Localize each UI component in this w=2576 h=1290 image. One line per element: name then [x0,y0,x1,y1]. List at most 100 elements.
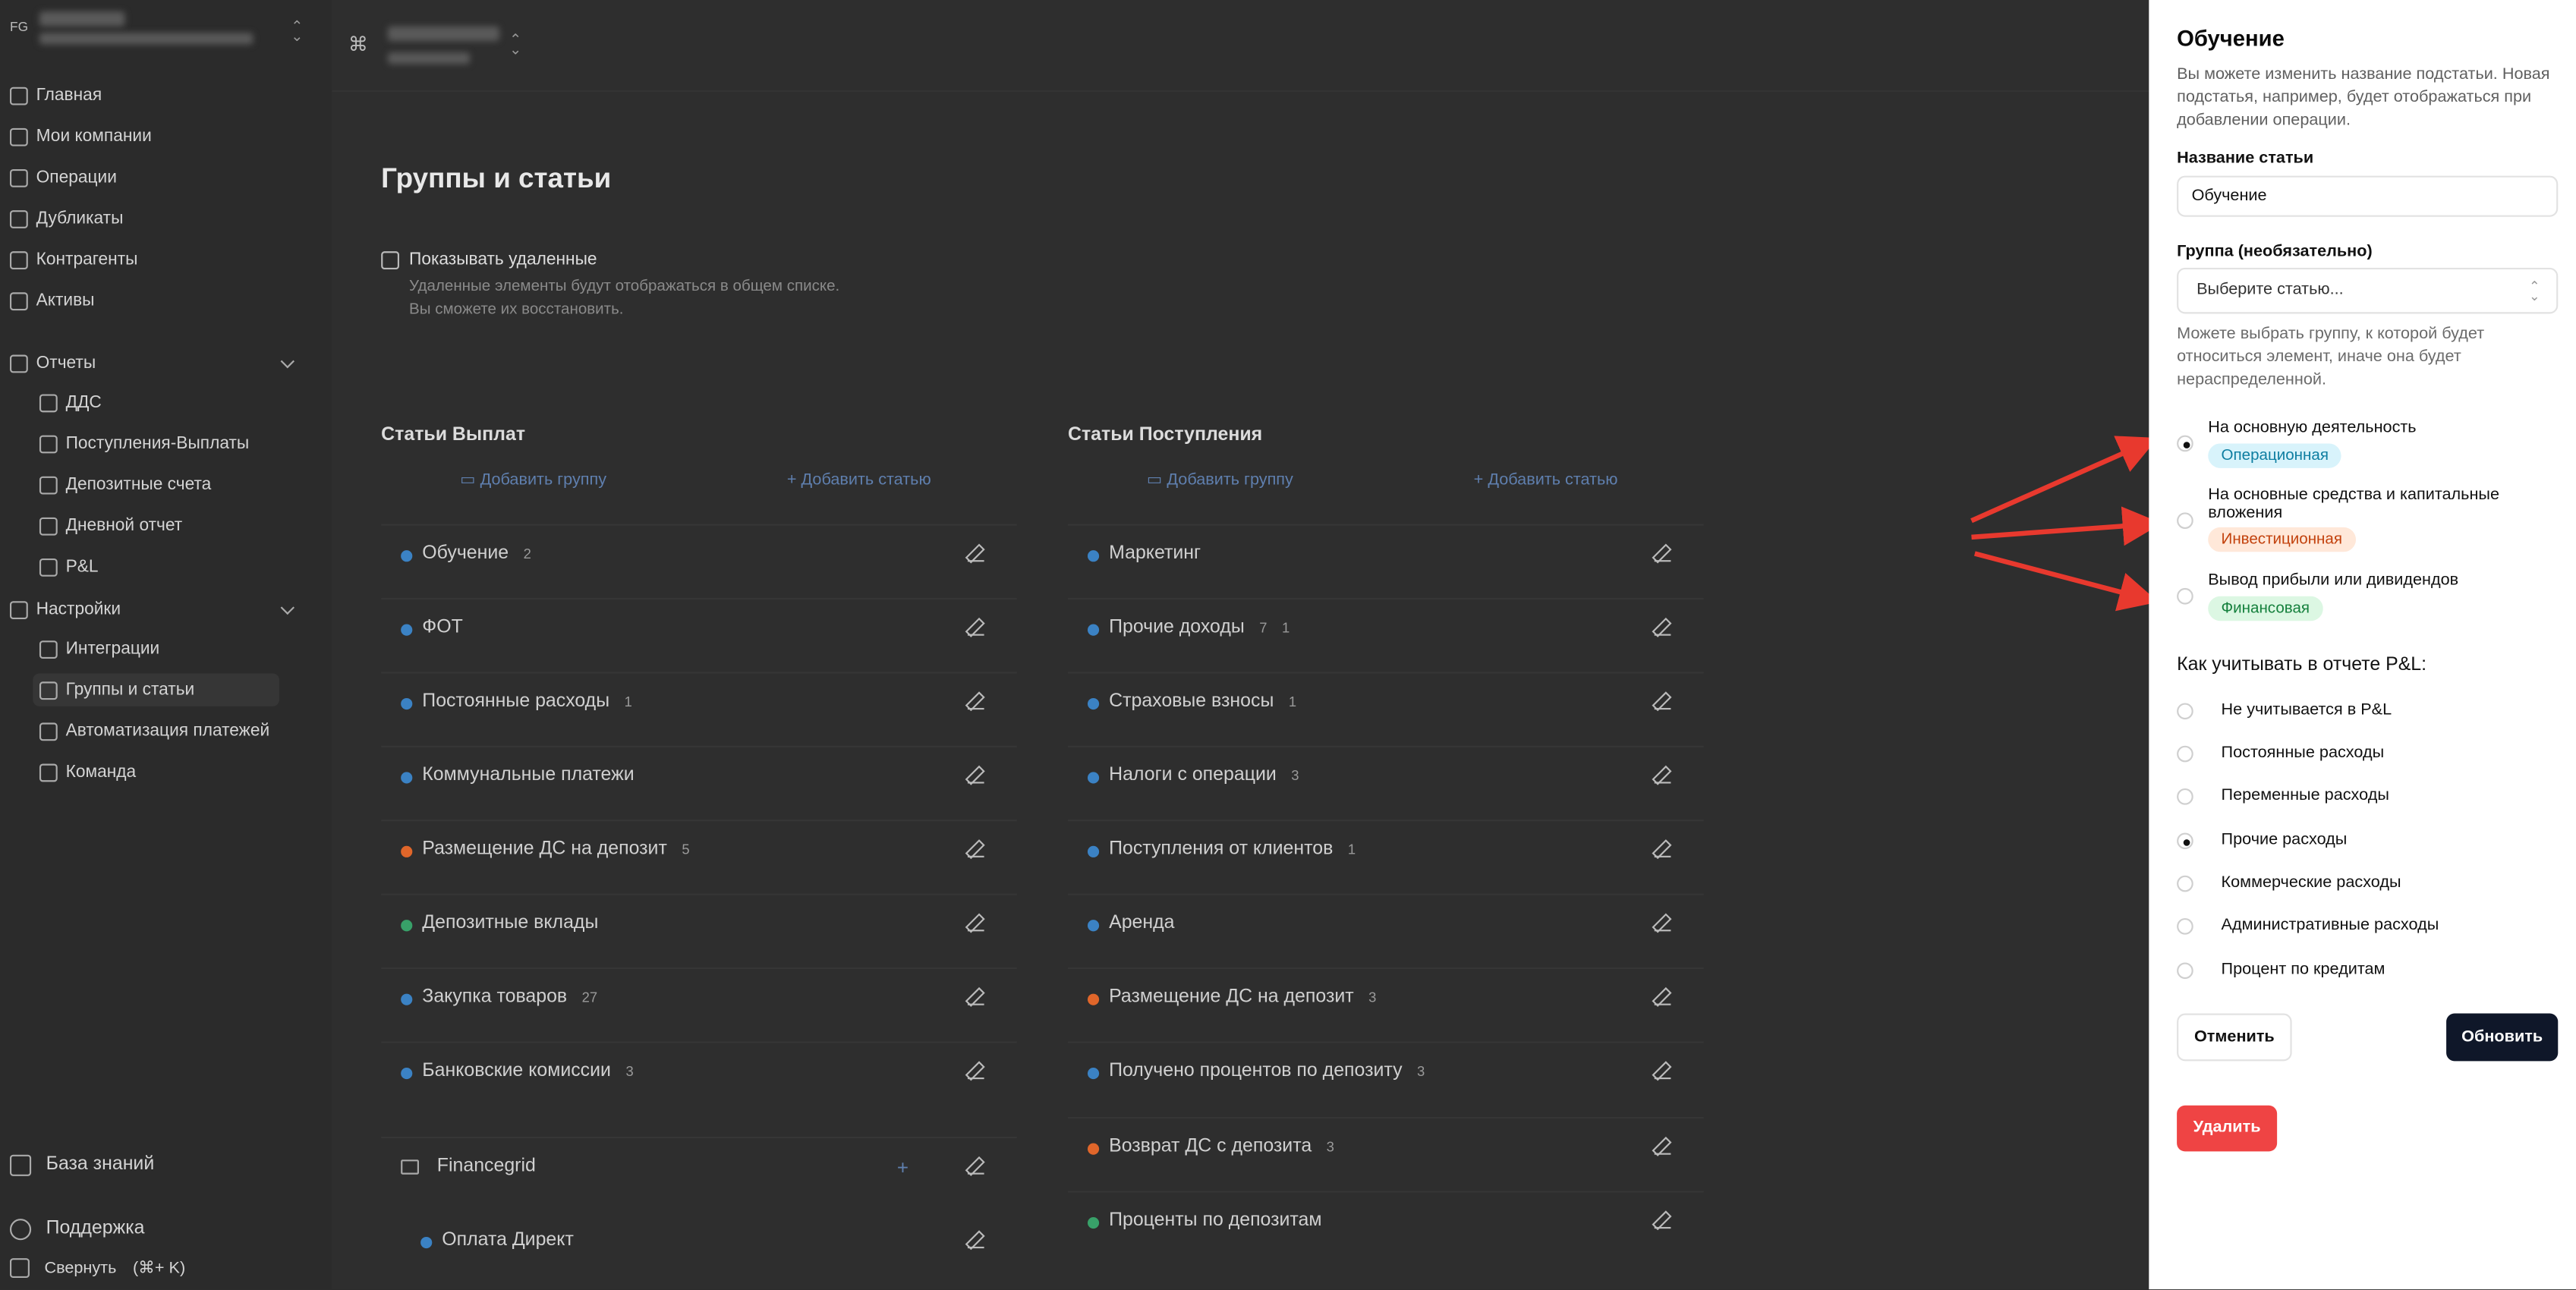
nav-operations[interactable]: Операции [9,164,117,190]
receipt-row[interactable]: Возврат ДС с депозита 3 [1067,1116,1704,1179]
pl-option-label[interactable]: Коммерческие расходы [2222,874,2401,892]
knowledge-base-link[interactable]: База знаний [9,1151,154,1178]
pl-option-label[interactable]: Переменные расходы [2222,787,2389,805]
edit-pencil-icon[interactable] [1654,546,1671,562]
workspace-name-blurred[interactable] [387,26,500,42]
org-switch-chevron-icon[interactable]: ⌃ ⌄ [291,19,303,43]
edit-pencil-icon[interactable] [967,989,984,1005]
nav-companies[interactable]: Мои компании [9,123,152,149]
nav-report-dds[interactable]: ДДС [39,389,102,416]
activity-radio-financial[interactable] [2177,587,2193,605]
payout-child-row[interactable]: Оплата Директ [401,1212,1017,1274]
automation-icon [39,722,58,741]
edit-pencil-icon[interactable] [1654,915,1671,932]
edit-pencil-icon[interactable] [967,767,984,784]
payout-row[interactable]: Депозитные вклады [381,893,1017,956]
payout-row[interactable]: Коммунальные платежи [381,745,1017,808]
receipt-row[interactable]: Размещение ДС на депозит 3 [1067,967,1704,1030]
edit-pencil-icon[interactable] [967,915,984,932]
edit-pencil-icon[interactable] [1654,693,1671,710]
support-link[interactable]: Поддержка [9,1216,144,1242]
settings-chevron-down-icon[interactable] [280,600,294,615]
nav-payment-automation[interactable]: Автоматизация платежей [39,718,269,744]
nav-report-daily[interactable]: Дневной отчет [39,512,182,539]
edit-pencil-icon[interactable] [967,1232,984,1249]
activity-option-title[interactable]: На основные средства и капитальные вложе… [2208,486,2537,523]
nav-report-inflow-outflow[interactable]: Поступления-Выплаты [39,430,249,457]
receipt-row[interactable]: Поступления от клиентов 1 [1067,820,1704,882]
receipts-add-group-button[interactable]: ▭ Добавить группу [1147,471,1293,489]
edit-pencil-icon[interactable] [967,841,984,857]
receipt-row[interactable]: Прочие доходы 7 1 [1067,597,1704,660]
edit-pencil-icon[interactable] [1654,1062,1671,1080]
payout-group-row[interactable]: Financegrid + [381,1136,1017,1199]
edit-pencil-icon[interactable] [967,1062,984,1080]
row-name: Банковские комиссии [422,1061,611,1081]
nav-assets[interactable]: Активы [9,288,94,314]
pl-radio[interactable] [2177,745,2193,763]
edit-pencil-icon[interactable] [1654,841,1671,857]
add-to-group-plus-icon[interactable]: + [897,1156,909,1179]
nav-reports[interactable]: Отчеты [9,350,96,376]
edit-pencil-icon[interactable] [1654,1212,1671,1229]
nav-home[interactable]: Главная [9,82,102,109]
nav-duplicates[interactable]: Дубликаты [9,206,123,232]
update-button[interactable]: Обновить [2446,1013,2559,1062]
edit-pencil-icon[interactable] [967,619,984,636]
pl-option-label[interactable]: Прочие расходы [2222,831,2348,849]
item-name-input[interactable]: Обучение [2177,175,2559,217]
activity-option-title[interactable]: На основную деятельность [2208,419,2537,437]
pl-radio[interactable] [2177,703,2193,720]
edit-pencil-icon[interactable] [1654,619,1671,636]
group-select[interactable]: Выберите статью... ⌃ ⌄ [2177,267,2559,314]
command-icon[interactable]: ⌘ [348,33,368,55]
nav-report-deposits[interactable]: Депозитные счета [39,471,211,498]
payout-row[interactable]: ФОТ [381,597,1017,660]
receipt-row[interactable]: Маркетинг [1067,524,1704,587]
edit-pencil-icon[interactable] [967,1158,984,1175]
payout-row[interactable]: Банковские комиссии 3 [381,1041,1017,1103]
workspace-switch-chevron-icon[interactable]: ⌃ ⌄ [509,32,521,56]
payout-row[interactable]: Размещение ДС на депозит 5 [381,820,1017,882]
cancel-button[interactable]: Отменить [2177,1013,2292,1062]
org-name-blurred[interactable] [39,11,125,27]
pl-radio[interactable] [2177,918,2193,935]
receipt-row[interactable]: Аренда [1067,893,1704,956]
edit-pencil-icon[interactable] [1654,767,1671,784]
receipt-row[interactable]: Проценты по депозитам [1067,1191,1704,1253]
pl-option-label[interactable]: Процент по кредитам [2222,961,2385,979]
pl-radio[interactable] [2177,788,2193,805]
receipt-row[interactable]: Получено процентов по депозиту 3 [1067,1041,1704,1103]
payout-row[interactable]: Закупка товаров 27 [381,967,1017,1030]
receipts-add-item-button[interactable]: + Добавить статью [1474,471,1618,489]
pl-radio-selected[interactable] [2177,832,2193,850]
pl-radio[interactable] [2177,875,2193,892]
nav-report-pl[interactable]: P&L [39,553,99,580]
payout-row[interactable]: Постоянные расходы 1 [381,672,1017,734]
delete-button[interactable]: Удалить [2177,1105,2278,1152]
nav-integrations[interactable]: Интеграции [39,636,159,662]
pl-radio[interactable] [2177,962,2193,980]
receipt-row[interactable]: Страховые взносы 1 [1067,672,1704,734]
activity-option-title[interactable]: Вывод прибыли или дивидендов [2208,571,2537,590]
nav-settings[interactable]: Настройки [9,596,121,623]
payout-row[interactable]: Обучение 2 [381,524,1017,587]
payouts-add-group-button[interactable]: ▭ Добавить группу [460,471,606,489]
edit-pencil-icon[interactable] [967,546,984,562]
edit-pencil-icon[interactable] [1654,1138,1671,1155]
pl-option-label[interactable]: Административные расходы [2222,917,2439,935]
checkbox-box[interactable] [381,251,399,269]
payouts-add-item-button[interactable]: + Добавить статью [787,471,931,489]
collapse-sidebar-button[interactable]: Свернуть (⌘+ K) [9,1255,185,1282]
activity-radio-operational[interactable] [2177,435,2193,452]
edit-pencil-icon[interactable] [1654,989,1671,1005]
nav-team[interactable]: Команда [39,759,136,785]
pl-option-label[interactable]: Не учитывается в P&L [2222,701,2392,719]
edit-pencil-icon[interactable] [967,693,984,710]
activity-radio-investment[interactable] [2177,512,2193,530]
reports-chevron-down-icon[interactable] [280,354,294,369]
pl-option-label[interactable]: Постоянные расходы [2222,744,2385,763]
receipt-row[interactable]: Налоги с операции 3 [1067,745,1704,808]
nav-groups-items[interactable]: Группы и статьи [39,677,194,703]
nav-counterparties[interactable]: Контрагенты [9,247,138,273]
